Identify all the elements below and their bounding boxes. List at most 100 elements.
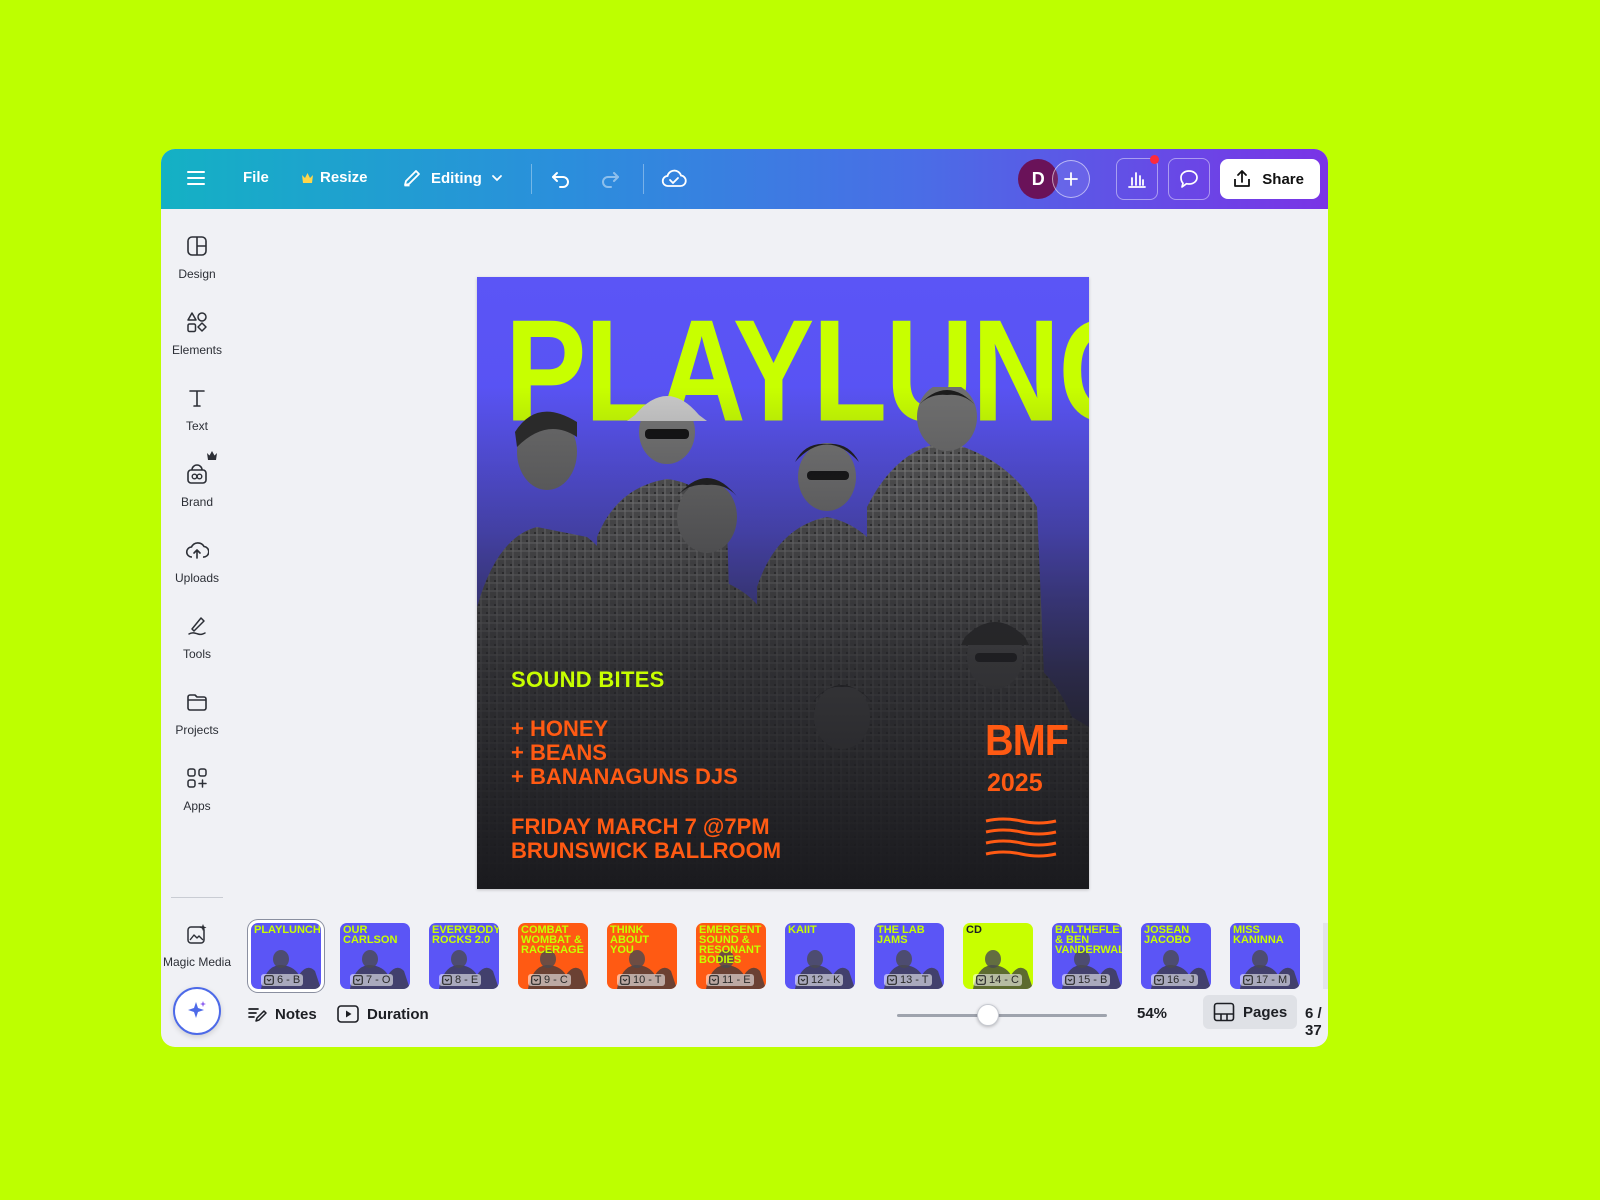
zoom-slider-track[interactable] — [897, 1014, 1107, 1017]
insights-button[interactable] — [1116, 155, 1160, 200]
thumbnail-title: OUR CARLSON — [343, 924, 398, 946]
sidebar-item-text[interactable]: Text — [161, 385, 233, 433]
page-thumbnail[interactable]: THINK ABOUT YOU 10 - T — [607, 923, 677, 989]
sidebar-item-label: Uploads — [174, 571, 220, 585]
comments-button[interactable] — [1168, 158, 1211, 200]
share-icon — [1234, 170, 1251, 187]
thumbnail-title: BALTHEFLETCHRIFE & BEN VANDERWAL — [1055, 924, 1122, 956]
page-thumbnail[interactable]: CD 14 - C — [963, 923, 1033, 989]
page-counter: 6 / 37 — [1305, 1005, 1322, 1039]
page-thumbnail[interactable]: EVERYBODY ROCKS 2.0 8 - E — [429, 923, 499, 989]
bar-chart-icon — [1128, 172, 1147, 188]
top-toolbar: File Resize Editing D Share — [161, 149, 1328, 209]
thumbnail-label-text: 13 - T — [900, 974, 929, 986]
sidebar-item-uploads[interactable]: Uploads — [161, 537, 233, 585]
design-canvas[interactable]: PLAYLUNCH — [477, 277, 1089, 889]
thumbnail-title: CD — [966, 924, 982, 936]
cloud-check-icon — [661, 169, 687, 187]
page-thumbnail-strip: PLAYLUNCH 6 - B OUR CARLSON 7 - O EVERYBODY … — [248, 920, 1328, 992]
thumbnail-title: THE LAB JAMS — [877, 924, 925, 946]
editing-mode-dropdown[interactable]: Editing — [401, 167, 504, 189]
duration-label: Duration — [367, 1005, 429, 1023]
notes-button[interactable]: Notes — [247, 1005, 317, 1023]
poster-subtitle[interactable]: SOUND BITES — [511, 667, 665, 693]
thumbnail-label: 14 - C — [973, 974, 1022, 986]
sidebar-item-label: Apps — [183, 799, 211, 813]
thumbnail-label: 16 - J — [1151, 974, 1198, 986]
resize-button[interactable]: Resize — [301, 169, 368, 186]
share-label: Share — [1262, 170, 1304, 188]
thumbnail-title: COMBAT WOMBAT & RACERAGE — [521, 924, 584, 956]
file-menu-button[interactable]: File — [243, 169, 269, 186]
page-thumbnail[interactable]: EMERGENT SOUND & RESONANT BODIES 11 - E — [696, 923, 766, 989]
pages-icon — [1213, 1002, 1235, 1022]
toolbar-divider — [643, 164, 644, 194]
sidebar-item-design[interactable]: Design — [161, 233, 233, 281]
sidebar-item-label: Design — [178, 267, 216, 281]
magic-assistant-button[interactable] — [173, 987, 221, 1035]
crown-icon — [302, 172, 313, 183]
folder-icon — [184, 689, 210, 715]
poster-act: + HONEY — [511, 716, 609, 741]
thumbnail-label: 17 - M — [1240, 974, 1291, 986]
redo-button[interactable] — [598, 167, 622, 191]
strip-scroll-edge[interactable] — [1323, 923, 1328, 989]
page-type-icon — [353, 975, 363, 985]
invite-button[interactable] — [1052, 160, 1091, 198]
page-thumbnail[interactable]: BALTHEFLETCHRIFE & BEN VANDERWAL 15 - B — [1052, 923, 1122, 989]
page-type-icon — [798, 975, 808, 985]
poster-event-info[interactable]: FRIDAY MARCH 7 @7PM BRUNSWICK BALLROOM — [511, 815, 781, 863]
page-thumbnail[interactable]: THE LAB JAMS 13 - T — [874, 923, 944, 989]
sidebar-item-apps[interactable]: Apps — [161, 765, 233, 813]
page-type-icon — [1065, 975, 1075, 985]
sidebar-item-elements[interactable]: Elements — [161, 309, 233, 357]
duration-button[interactable]: Duration — [337, 1005, 429, 1023]
page-thumbnail[interactable]: OUR CARLSON 7 - O — [340, 923, 410, 989]
poster-act: + BEANS — [511, 740, 607, 765]
poster-act: + BANANAGUNS DJS — [511, 764, 738, 789]
page-thumbnail[interactable]: COMBAT WOMBAT & RACERAGE 9 - C — [518, 923, 588, 989]
thumbnail-label-text: 9 - C — [544, 974, 568, 986]
page-type-icon — [887, 975, 897, 985]
sidebar-item-projects[interactable]: Projects — [161, 689, 233, 737]
poster-badge-year[interactable]: 2025 — [987, 769, 1043, 798]
pages-toggle-button[interactable]: Pages — [1203, 995, 1298, 1029]
zoom-slider-handle[interactable] — [977, 1004, 999, 1026]
sidebar-item-tools[interactable]: Tools — [161, 613, 233, 661]
thumbnail-title: EVERYBODY ROCKS 2.0 — [432, 924, 499, 946]
resize-label: Resize — [320, 169, 368, 186]
redo-icon — [602, 172, 619, 188]
thumbnail-label-text: 12 - K — [811, 974, 841, 986]
zoom-level[interactable]: 54% — [1137, 1005, 1167, 1022]
poster-badge-title[interactable]: BMF — [985, 719, 1069, 763]
save-status-button[interactable] — [661, 167, 687, 191]
thumbnail-label-text: 7 - O — [366, 974, 391, 986]
thumbnail-label: 15 - B — [1062, 974, 1111, 986]
waves-graphic[interactable] — [985, 817, 1057, 859]
thumbnail-title: MISS KANINNA — [1233, 924, 1284, 946]
share-button[interactable]: Share — [1220, 159, 1320, 199]
thumbnail-label: 12 - K — [795, 974, 844, 986]
notes-icon — [248, 1008, 267, 1022]
thumbnail-title: THINK ABOUT YOU — [610, 924, 650, 956]
page-type-icon — [976, 975, 986, 985]
main-menu-button[interactable] — [185, 167, 207, 189]
thumbnail-title: EMERGENT SOUND & RESONANT BODIES — [699, 924, 762, 966]
editing-label: Editing — [431, 169, 482, 187]
page-thumbnail[interactable]: KAIIT 12 - K — [785, 923, 855, 989]
brand-icon — [184, 451, 217, 487]
text-icon — [184, 385, 210, 411]
thumbnail-label-text: 10 - T — [633, 974, 662, 986]
page-type-icon — [1154, 975, 1164, 985]
sidebar-item-brand[interactable]: Brand — [161, 451, 233, 509]
page-thumbnail[interactable]: MISS KANINNA 17 - M — [1230, 923, 1300, 989]
poster-acts[interactable]: + HONEY + BEANS + BANANAGUNS DJS — [511, 717, 738, 789]
undo-icon — [552, 172, 569, 188]
page-thumbnail[interactable]: JOSEAN JACOBO 16 - J — [1141, 923, 1211, 989]
comment-icon — [1180, 170, 1199, 188]
page-type-icon — [709, 975, 719, 985]
undo-button[interactable] — [549, 167, 573, 191]
sidebar-item-label: Text — [185, 419, 208, 433]
page-thumbnail[interactable]: PLAYLUNCH 6 - B — [248, 920, 324, 992]
sidebar-item-magic-media[interactable]: Magic Media — [161, 921, 233, 969]
